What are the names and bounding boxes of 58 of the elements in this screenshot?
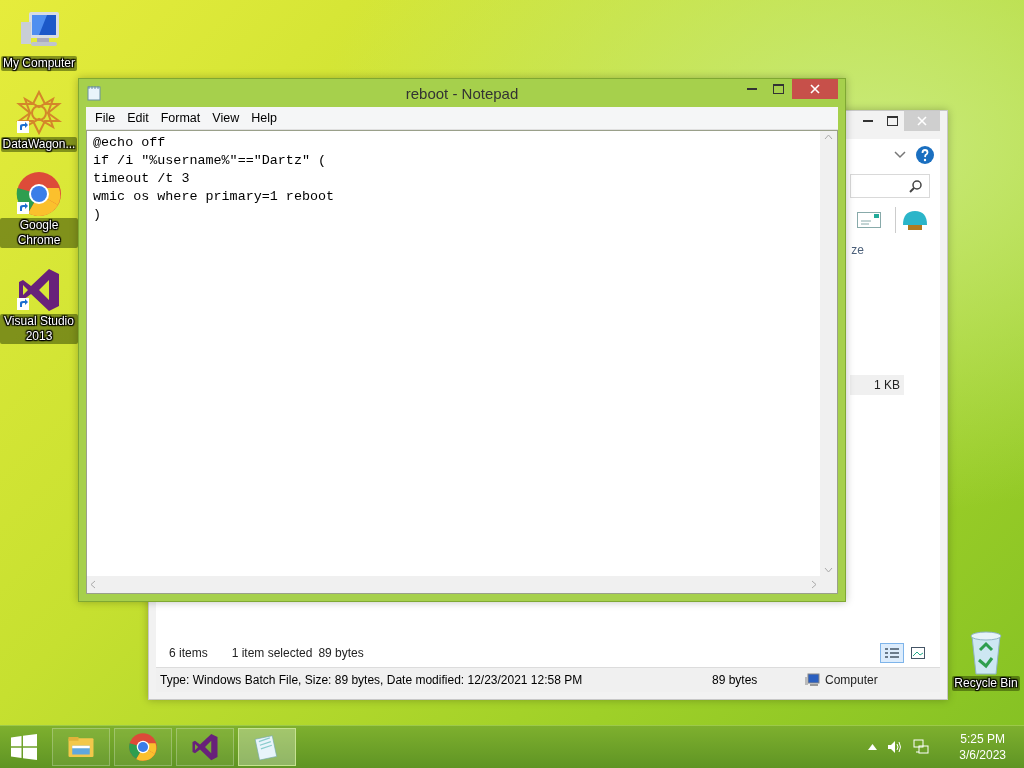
chevron-down-icon [894, 151, 906, 159]
maximize-icon [773, 84, 784, 94]
code-line: if /i "%username%"=="Dartz" ( [93, 152, 327, 170]
code-line: timeout /t 3 [93, 170, 190, 188]
desktop-icon-label[interactable]: Recycle Bin [952, 676, 1020, 691]
image-icon [911, 647, 925, 659]
clock-time: 5:25 PM [960, 731, 1005, 747]
help-icon [916, 146, 934, 164]
chrome-icon [15, 170, 63, 218]
selection-size: 89 bytes [318, 646, 364, 660]
maximize-icon [886, 116, 898, 126]
chrome-icon [128, 732, 158, 762]
file-size: 1 KB [874, 378, 900, 392]
code-line: @echo off [93, 134, 166, 152]
speaker-icon [887, 740, 904, 754]
menu-item[interactable]: View [206, 111, 246, 125]
envelope-icon [857, 212, 881, 228]
menu-item[interactable]: Edit [121, 111, 155, 125]
menu-item[interactable]: Format [154, 111, 207, 125]
clock-date: 3/6/2023 [959, 747, 1006, 763]
search-field[interactable] [850, 174, 930, 198]
scroll-left-icon [90, 580, 96, 589]
visual-studio-icon [190, 732, 220, 762]
windows-logo-icon [11, 734, 37, 760]
code-line: ) [93, 206, 102, 224]
column-header[interactable]: ze [851, 243, 864, 257]
menu-item[interactable]: File [89, 111, 122, 125]
horizontal-scrollbar[interactable] [87, 576, 820, 593]
star-pattern-icon [15, 89, 63, 137]
search-icon [909, 179, 923, 193]
selection-count: 1 item selected [231, 646, 313, 660]
status-size: 89 bytes [711, 673, 759, 687]
scroll-up-icon [824, 134, 833, 140]
zone-label: Computer [825, 673, 878, 687]
network-icon [913, 739, 930, 755]
details-icon [884, 647, 900, 659]
show-hidden-icons-button[interactable] [866, 742, 880, 752]
notepad-icon [86, 85, 102, 101]
scroll-down-icon [824, 567, 833, 573]
window-title: reboot - Notepad [404, 84, 520, 102]
close-icon [810, 84, 820, 94]
network-button[interactable] [911, 737, 932, 757]
shell-icon [902, 209, 928, 231]
scroll-right-icon [811, 580, 817, 589]
minimize-icon [746, 88, 757, 90]
item-count: 6 items [169, 646, 208, 660]
minimize-icon [863, 120, 873, 122]
details-view-button[interactable] [880, 643, 904, 663]
text-editor[interactable]: @echo off if /i "%username%"=="Dartz" ( timeout /t 3 wmic os where primary=1 reboot ) [86, 130, 838, 594]
file-details: Type: Windows Batch File, Size: 89 bytes, Date modified: 12/23/2021 12:58 PM [159, 673, 584, 687]
code-line: wmic os where primary=1 reboot [93, 188, 335, 206]
close-icon [917, 116, 927, 126]
menu-item[interactable]: Help [245, 111, 283, 125]
vertical-scrollbar[interactable] [820, 131, 837, 576]
file-row[interactable]: 1 KB [850, 375, 904, 395]
computer-icon [804, 673, 820, 687]
desktop-icon-label[interactable]: Visual Studio 2013 [0, 314, 78, 344]
caret-up-icon [868, 744, 878, 750]
